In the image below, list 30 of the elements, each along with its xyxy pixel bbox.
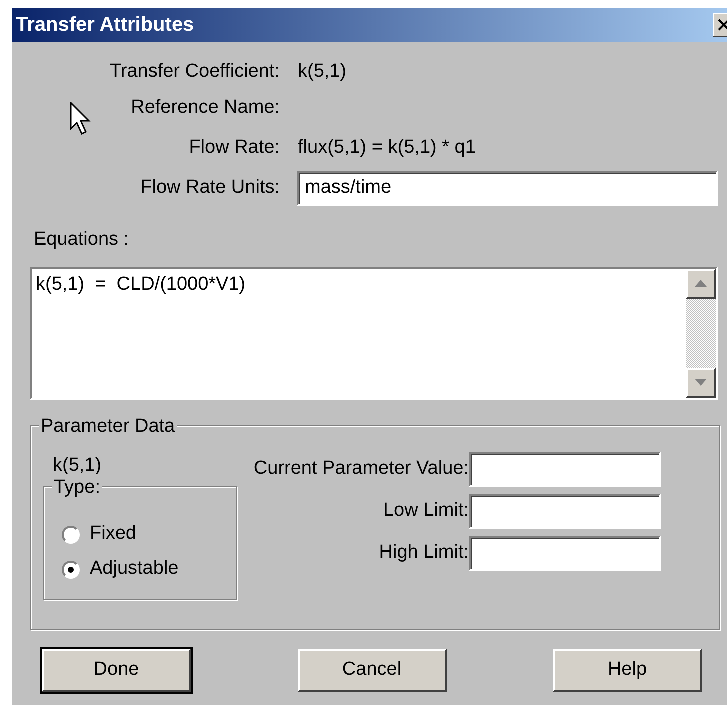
field-value: flux(5,1) = k(5,1) * q1 bbox=[298, 136, 476, 160]
units-field[interactable]: mass/time bbox=[297, 170, 718, 206]
field-label: Current Parameter Value: bbox=[254, 458, 469, 480]
scroll-down-button[interactable] bbox=[686, 368, 716, 398]
radio-button[interactable] bbox=[62, 560, 80, 578]
field-label: Low Limit: bbox=[383, 500, 469, 522]
scrollbar[interactable] bbox=[686, 268, 716, 398]
radio-option[interactable]: Fixed bbox=[62, 517, 236, 552]
down-arrow-icon bbox=[695, 379, 707, 386]
up-arrow-icon bbox=[695, 280, 707, 287]
dialog-button[interactable]: Cancel bbox=[298, 648, 446, 692]
field-label: Flow Rate Units: bbox=[140, 176, 280, 198]
field-label: High Limit: bbox=[379, 542, 469, 564]
dialog-button[interactable]: Help bbox=[553, 648, 702, 692]
radio-option[interactable]: Adjustable bbox=[62, 552, 236, 587]
window-title: Transfer Attributes bbox=[16, 13, 194, 38]
field-label: Reference Name: bbox=[131, 96, 280, 118]
radio-button[interactable] bbox=[62, 526, 80, 544]
field-label: Transfer Coefficient: bbox=[110, 60, 280, 82]
input-field[interactable] bbox=[469, 494, 661, 529]
field-value: k(5,1) bbox=[298, 60, 347, 84]
input-field[interactable] bbox=[469, 452, 661, 487]
dialog-button[interactable]: Done bbox=[42, 648, 191, 692]
scroll-up-button[interactable] bbox=[686, 268, 716, 298]
mouse-cursor-icon bbox=[70, 102, 92, 136]
input-field[interactable] bbox=[469, 536, 661, 571]
equations-box[interactable]: k(5,1) = CLD/(1000*V1) bbox=[30, 266, 718, 400]
close-icon bbox=[718, 19, 727, 31]
equations-label: Equations : bbox=[34, 228, 130, 252]
field-label: Flow Rate: bbox=[189, 136, 280, 158]
